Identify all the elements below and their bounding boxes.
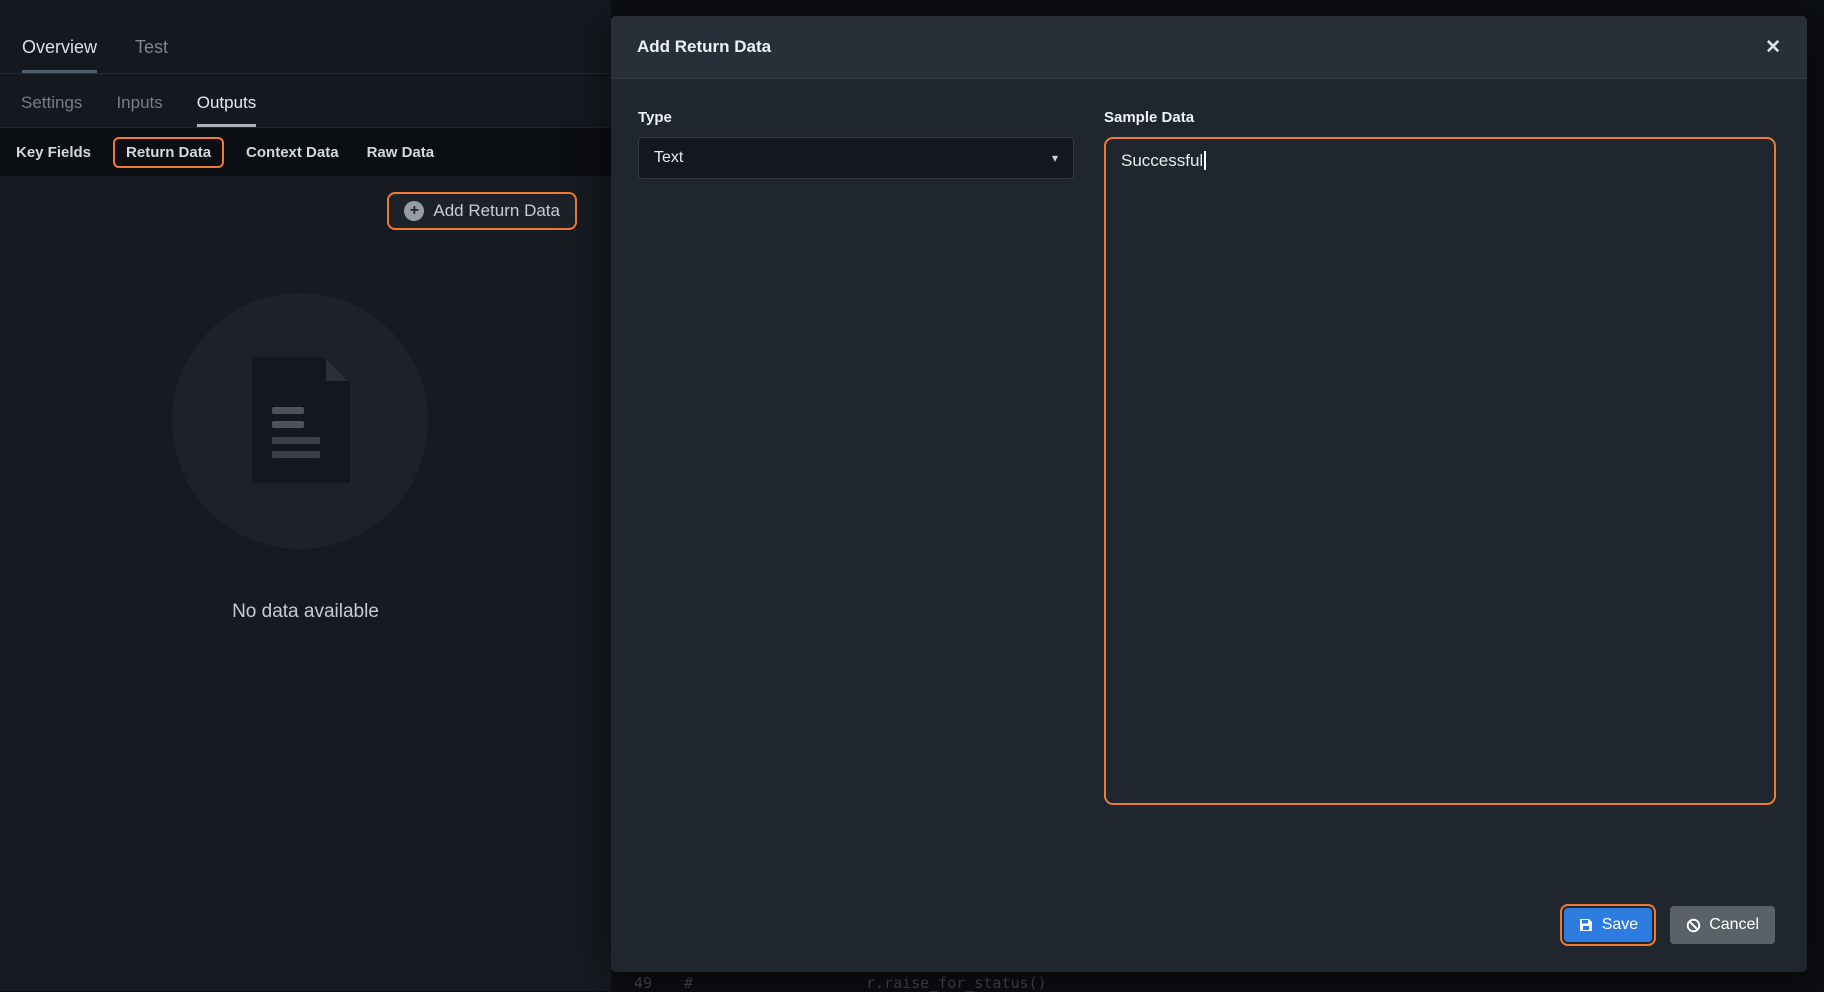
empty-state-message: No data available — [0, 601, 611, 623]
sub-tab-bar: Settings Inputs Outputs — [0, 74, 611, 128]
save-label: Save — [1602, 916, 1638, 934]
tab-return-data[interactable]: Return Data — [113, 137, 224, 168]
modal-footer: Save Cancel — [1560, 904, 1775, 946]
sample-data-label: Sample Data — [1104, 109, 1776, 126]
add-return-data-button[interactable]: + Add Return Data — [387, 192, 577, 230]
chevron-down-icon: ▾ — [1052, 151, 1058, 165]
type-field-group: Type Text ▾ — [638, 109, 1074, 805]
plus-icon: + — [404, 201, 424, 221]
sample-data-textarea[interactable]: Successful — [1104, 137, 1776, 805]
type-select-value: Text — [654, 149, 683, 167]
empty-state-illustration — [172, 293, 428, 549]
sample-data-text: Successful — [1121, 151, 1203, 170]
code-line-number: 49 — [634, 974, 652, 992]
tab-raw-data[interactable]: Raw Data — [361, 139, 441, 166]
save-button[interactable]: Save — [1564, 908, 1652, 942]
modal-header: Add Return Data ✕ — [611, 16, 1807, 79]
document-icon — [252, 357, 350, 483]
sample-data-field-group: Sample Data Successful — [1104, 109, 1776, 805]
modal-title: Add Return Data — [637, 37, 771, 57]
record-side-panel: Overview Test Settings Inputs Outputs Ke… — [0, 0, 611, 991]
output-data-tab-bar: Key Fields Return Data Context Data Raw … — [0, 128, 611, 176]
text-cursor — [1204, 151, 1206, 170]
tab-test[interactable]: Test — [135, 37, 168, 73]
tab-overview[interactable]: Overview — [22, 37, 97, 73]
add-return-data-label: Add Return Data — [433, 201, 560, 221]
code-comment-hash: # — [684, 974, 693, 992]
modal-body: Type Text ▾ Sample Data Successful — [611, 79, 1807, 805]
tab-outputs[interactable]: Outputs — [197, 93, 257, 127]
top-tab-bar: Overview Test — [0, 0, 611, 74]
tab-context-data[interactable]: Context Data — [240, 139, 345, 166]
close-icon[interactable]: ✕ — [1765, 38, 1781, 57]
save-button-focus-ring: Save — [1560, 904, 1656, 946]
save-icon — [1578, 917, 1594, 933]
add-return-data-row: + Add Return Data — [0, 176, 611, 230]
cancel-label: Cancel — [1709, 916, 1759, 934]
tab-inputs[interactable]: Inputs — [116, 93, 162, 127]
tab-settings[interactable]: Settings — [21, 93, 82, 127]
type-select[interactable]: Text ▾ — [638, 137, 1074, 179]
tab-key-fields[interactable]: Key Fields — [10, 139, 97, 166]
cancel-button[interactable]: Cancel — [1670, 906, 1775, 944]
code-text: r.raise_for_status() — [866, 974, 1047, 992]
add-return-data-modal: Add Return Data ✕ Type Text ▾ Sample Dat… — [611, 16, 1807, 972]
cancel-icon — [1686, 918, 1701, 933]
type-label: Type — [638, 109, 1074, 126]
